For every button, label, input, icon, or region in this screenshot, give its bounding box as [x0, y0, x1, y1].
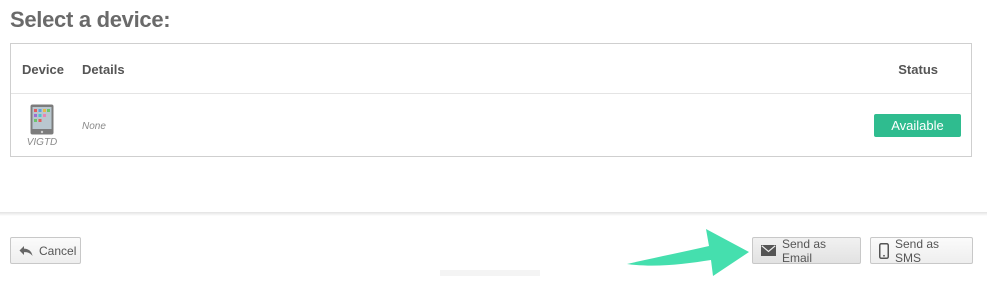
- column-header-device: Device: [22, 62, 64, 77]
- faint-shadow: [440, 270, 540, 276]
- reply-arrow-icon: [19, 245, 33, 256]
- envelope-icon: [761, 245, 776, 256]
- status-badge[interactable]: Available: [874, 114, 961, 137]
- send-as-sms-button[interactable]: Send as SMS: [870, 236, 973, 265]
- device-details: None: [82, 121, 106, 132]
- device-table: Device Details Status VIGTD None Availab…: [10, 43, 972, 157]
- tablet-icon: [30, 104, 54, 135]
- column-header-details: Details: [82, 62, 125, 77]
- cancel-label: Cancel: [39, 243, 77, 258]
- cancel-button[interactable]: Cancel: [10, 237, 81, 264]
- table-row[interactable]: VIGTD None Available: [11, 94, 971, 158]
- footer-divider: [0, 212, 987, 216]
- green-arrow-annotation: [627, 229, 749, 276]
- table-header: Device Details Status: [11, 44, 971, 94]
- send-as-email-label: Send as Email: [782, 236, 827, 265]
- page-title: Select a device:: [10, 7, 171, 32]
- send-as-email-button[interactable]: Send as Email: [752, 236, 861, 265]
- column-header-status: Status: [898, 62, 938, 77]
- device-name: VIGTD: [26, 137, 58, 148]
- mobile-phone-icon: [879, 242, 889, 259]
- send-as-sms-label: Send as SMS: [895, 236, 940, 265]
